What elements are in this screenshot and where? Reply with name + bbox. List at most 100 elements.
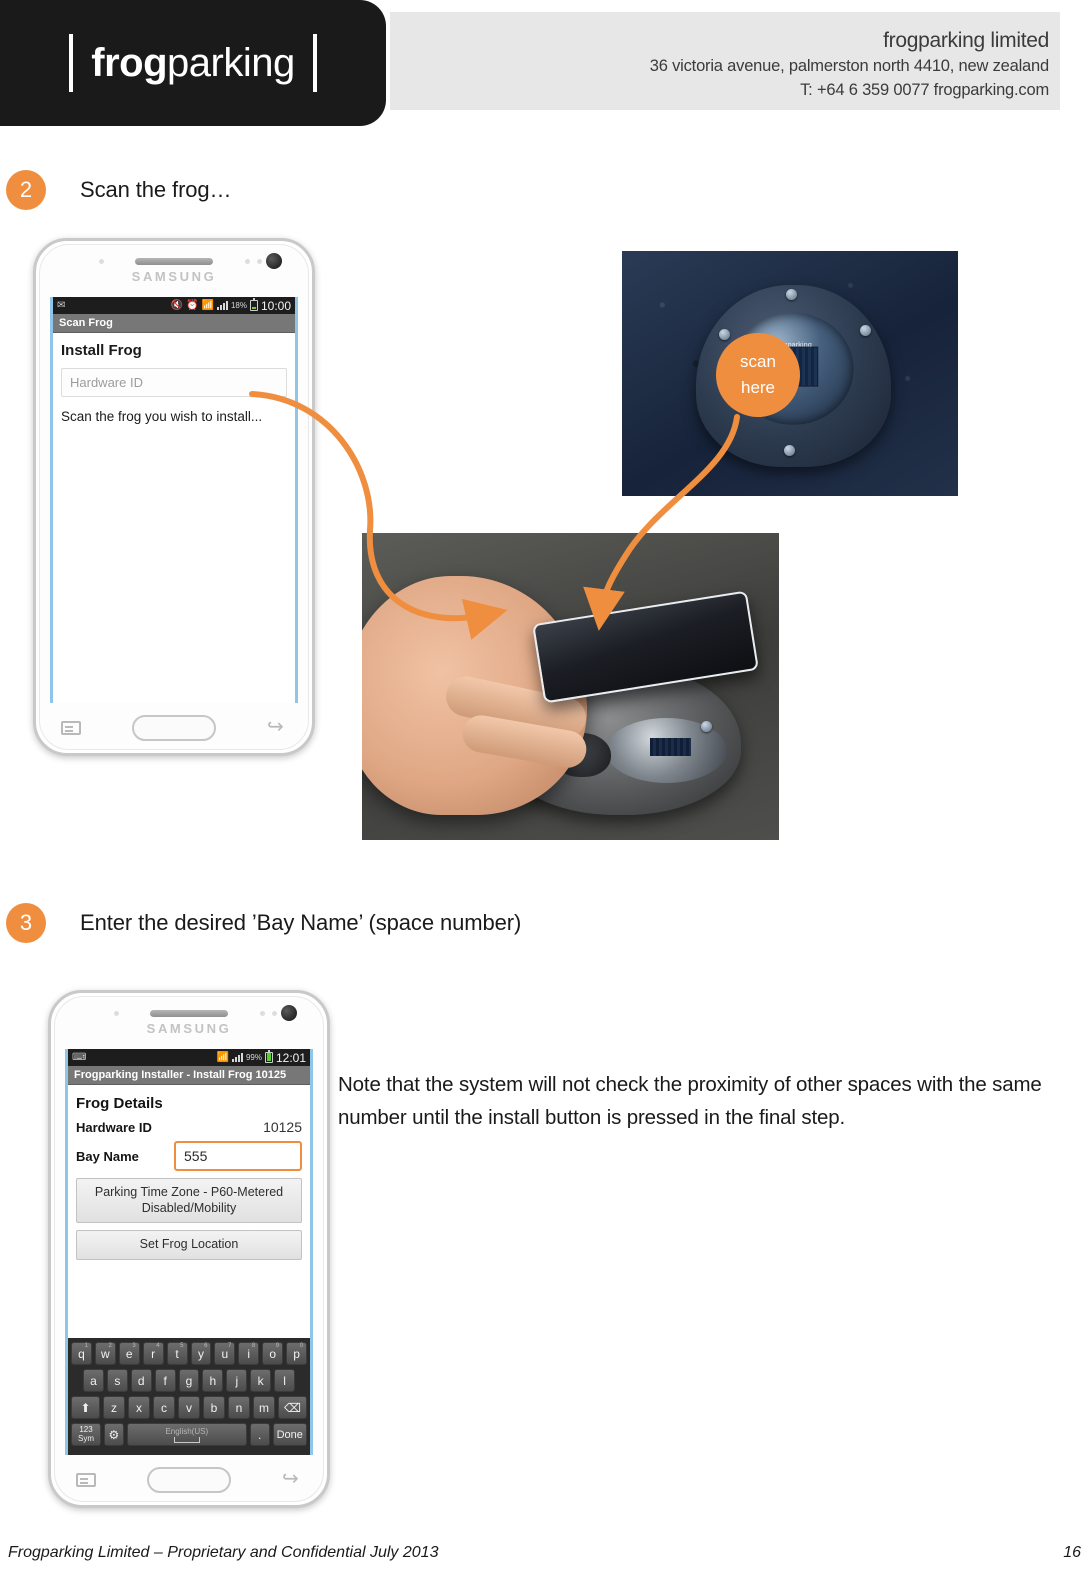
phone-nav-bar (36, 703, 312, 753)
android-status-bar: ✉ 🔇 ⏰ 📶 18% 10:00 (53, 297, 295, 314)
backspace-icon[interactable]: ⌫ (278, 1396, 307, 1419)
period-key[interactable]: . (249, 1423, 270, 1446)
step-2-badge: 2 (6, 170, 46, 210)
keyboard-row-1[interactable]: 1q2w3e4r5t6y7u8i9o0p (70, 1342, 308, 1365)
key-a[interactable]: a (83, 1369, 104, 1392)
frog-details-heading: Frog Details (76, 1095, 163, 1112)
home-button[interactable] (131, 715, 216, 741)
frogparking-logo: frogparking (0, 0, 386, 126)
phone-mockup-frog-details: SAMSUNG ⌨ 📶 99% 12:01 Frogparking Instal… (48, 990, 330, 1508)
photo-solar-panel (649, 737, 691, 756)
photo-frog-sensor-in-road: frogparking scan here (622, 251, 958, 496)
phone-screen-details[interactable]: ⌨ 📶 99% 12:01 Frogparking Installer - In… (65, 1049, 313, 1455)
keyboard-icon: ⌨ (72, 1051, 87, 1063)
key-l[interactable]: l (274, 1369, 296, 1392)
wifi-icon: 📶 (201, 299, 214, 311)
proximity-note: Note that the system will not check the … (338, 1073, 1042, 1130)
key-e[interactable]: 3e (118, 1342, 140, 1365)
key-w[interactable]: 2w (94, 1342, 116, 1365)
key-c[interactable]: c (153, 1396, 175, 1419)
page-header: frogparking frogparking limited 36 victo… (0, 0, 1089, 130)
key-f[interactable]: f (154, 1369, 176, 1392)
keyboard-row-2[interactable]: asdfghjkl (71, 1369, 307, 1392)
menu-icon-2[interactable] (76, 1473, 97, 1487)
footer-confidentiality-text: Frogparking Limited – Proprietary and Co… (8, 1544, 439, 1561)
phone-screen-scan[interactable]: ✉ 🔇 ⏰ 📶 18% 10:00 Scan Frog Install Frog… (50, 297, 298, 703)
menu-icon[interactable] (61, 721, 82, 735)
set-frog-location-button[interactable]: Set Frog Location (76, 1230, 302, 1260)
key-q[interactable]: 1q (70, 1342, 92, 1365)
phone2-proximity-sensor-dot (114, 1011, 119, 1016)
footer-page-number: 16 (1063, 1544, 1081, 1561)
home-button-2[interactable] (146, 1467, 231, 1493)
hardware-id-input[interactable]: Hardware ID (61, 368, 287, 397)
key-i-number-hint: 8 (251, 1343, 256, 1349)
key-g[interactable]: g (178, 1369, 200, 1392)
phone2-light-sensor-dot (260, 1011, 265, 1016)
back-arrow-icon[interactable] (267, 721, 287, 735)
key-p[interactable]: 0p (286, 1342, 308, 1365)
key-j[interactable]: j (226, 1369, 248, 1392)
step-3-badge: 3 (6, 903, 46, 943)
key-v[interactable]: v (178, 1396, 200, 1419)
phone2-top-bezel: SAMSUNG (51, 993, 327, 1049)
key-x[interactable]: x (128, 1396, 150, 1419)
key-u[interactable]: 7u (214, 1342, 236, 1365)
front-camera-icon (266, 253, 282, 269)
key-i-label: i (247, 1346, 251, 1361)
space-bar-key[interactable]: English(US) (126, 1423, 247, 1446)
key-t-label: t (175, 1346, 179, 1361)
battery-icon (249, 298, 258, 311)
app-title-bar-scan: Scan Frog (53, 314, 295, 333)
key-123-sym[interactable]: 123 Sym (71, 1423, 102, 1446)
hardware-id-label: Hardware ID (76, 1119, 152, 1135)
key-t[interactable]: 5t (166, 1342, 188, 1365)
done-key[interactable]: Done (272, 1423, 307, 1446)
key-y[interactable]: 6y (190, 1342, 212, 1365)
key-q-number-hint: 1 (84, 1343, 88, 1349)
screw-left-icon (719, 328, 731, 340)
key-b[interactable]: b (203, 1396, 225, 1419)
key-o-number-hint: 9 (275, 1343, 280, 1349)
company-name: frogparking limited (883, 29, 1049, 52)
gear-icon[interactable]: ⚙ (104, 1423, 124, 1446)
android-keyboard[interactable]: 1q2w3e4r5t6y7u8i9o0p asdfghjkl ⬆ z x c v b n m ⌫… (68, 1338, 310, 1455)
key-e-number-hint: 3 (132, 1343, 136, 1349)
signal-icon (216, 301, 228, 310)
keyboard-row-3[interactable]: ⬆ z x c v b n m ⌫ (71, 1396, 307, 1419)
key-sym-bottom: Sym (78, 1433, 95, 1443)
shift-icon[interactable]: ⬆ (71, 1396, 100, 1419)
key-m[interactable]: m (253, 1396, 275, 1419)
step-2-text: Scan the frog… (80, 177, 232, 202)
app-title-bar-details: Frogparking Installer - Install Frog 101… (68, 1066, 310, 1085)
bay-name-label: Bay Name (76, 1148, 139, 1164)
hardware-id-value: 10125 (263, 1119, 302, 1135)
key-s[interactable]: s (106, 1369, 128, 1392)
screw-right-icon (860, 325, 872, 337)
key-i[interactable]: 8i (238, 1342, 260, 1365)
key-o[interactable]: 9o (262, 1342, 284, 1365)
battery-percent-label: 18% (230, 301, 247, 310)
status-clock-2: 12:01 (275, 1050, 306, 1065)
page-footer: Frogparking Limited – Proprietary and Co… (0, 1544, 1089, 1562)
phone-mockup-scan-frog: SAMSUNG ✉ 🔇 ⏰ 📶 18% 10:00 Scan Frog Inst… (33, 238, 315, 756)
key-d[interactable]: d (130, 1369, 152, 1392)
parking-time-zone-button[interactable]: Parking Time Zone - P60-Metered Disabled… (76, 1178, 302, 1224)
step-3-text: Enter the desired ’Bay Name’ (space numb… (80, 910, 522, 935)
key-h[interactable]: h (202, 1369, 224, 1392)
scan-here-line1: scan (740, 351, 776, 371)
back-arrow-icon-2[interactable] (282, 1473, 302, 1487)
key-r[interactable]: 4r (142, 1342, 164, 1365)
phone2-extra-sensor-dot (272, 1011, 277, 1016)
alarm-icon: ⏰ (186, 299, 199, 311)
keyboard-row-4[interactable]: 123 Sym ⚙ English(US) . Done (71, 1423, 307, 1446)
bay-name-input[interactable]: 555 (174, 1141, 302, 1171)
install-frog-heading: Install Frog (61, 342, 142, 359)
key-z[interactable]: z (103, 1396, 125, 1419)
key-w-number-hint: 2 (108, 1343, 112, 1349)
key-n[interactable]: n (228, 1396, 250, 1419)
screw-top-icon (785, 288, 797, 300)
app-content-scan: Install Frog Hardware ID Scan the frog y… (53, 333, 295, 424)
key-k[interactable]: k (250, 1369, 272, 1392)
logo-word-regular: parking (167, 41, 295, 85)
